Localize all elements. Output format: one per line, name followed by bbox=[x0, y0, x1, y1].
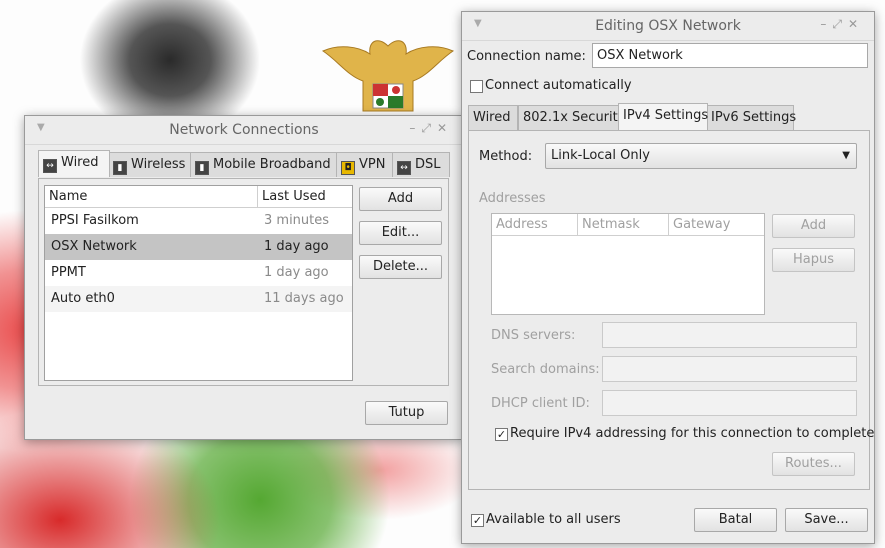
connect-automatically-checkbox[interactable] bbox=[470, 80, 483, 93]
connection-name-label: Connection name: bbox=[467, 49, 586, 64]
method-value: Link-Local Only bbox=[551, 148, 650, 163]
cancel-button[interactable]: Batal bbox=[694, 508, 777, 532]
mobile-broadband-icon: ▮ bbox=[195, 161, 209, 175]
wireless-icon: ▮ bbox=[113, 161, 127, 175]
list-item[interactable]: PPMT 1 day ago bbox=[45, 260, 352, 286]
tab-8021x-security[interactable]: 802.1x Security bbox=[518, 105, 625, 130]
window-title: Network Connections bbox=[169, 122, 319, 138]
garuda-emblem bbox=[321, 40, 455, 112]
search-domains-input[interactable] bbox=[602, 356, 857, 382]
tab-ipv4-settings[interactable]: IPv4 Settings bbox=[618, 103, 708, 130]
address-add-button[interactable]: Add bbox=[772, 214, 855, 238]
settings-tabs: Wired 802.1x Security IPv4 Settings IPv6… bbox=[468, 103, 868, 131]
tab-wireless[interactable]: ▮ Wireless bbox=[108, 152, 192, 177]
tab-wired[interactable]: Wired bbox=[468, 105, 518, 130]
require-ipv4-checkbox[interactable]: ✓ bbox=[495, 428, 508, 441]
tab-dsl[interactable]: ↔ DSL bbox=[392, 152, 450, 177]
tab-mobile-broadband[interactable]: ▮ Mobile Broadband bbox=[190, 152, 338, 177]
routes-button[interactable]: Routes... bbox=[772, 452, 855, 476]
editing-connection-window: ▼ Editing OSX Network –⤢✕ Connection nam… bbox=[461, 11, 875, 544]
column-header-name[interactable]: Name bbox=[45, 186, 258, 208]
tab-vpn[interactable]: ◘ VPN bbox=[336, 152, 394, 177]
close-button[interactable]: Tutup bbox=[365, 401, 448, 425]
network-connections-window: ▼ Network Connections –⤢✕ ↔ Wired ▮ Wirele… bbox=[24, 115, 464, 440]
titlebar: ▼ Network Connections –⤢✕ bbox=[25, 116, 463, 145]
dns-servers-input[interactable] bbox=[602, 322, 857, 348]
connection-name-input[interactable]: OSX Network bbox=[592, 43, 868, 68]
tab-wired[interactable]: ↔ Wired bbox=[38, 150, 110, 177]
tab-ipv6-settings[interactable]: IPv6 Settings bbox=[706, 105, 796, 130]
search-domains-label: Search domains: bbox=[491, 362, 600, 377]
list-item-selected[interactable]: OSX Network 1 day ago bbox=[45, 234, 352, 260]
column-header-gateway[interactable]: Gateway bbox=[669, 214, 764, 236]
connection-type-tabs: ↔ Wired ▮ Wireless ▮ Mobile Broadband ◘ VPN … bbox=[38, 150, 450, 178]
require-ipv4-label: Require IPv4 addressing for this connect… bbox=[510, 426, 875, 441]
column-header-netmask[interactable]: Netmask bbox=[578, 214, 669, 236]
vpn-lock-icon: ◘ bbox=[341, 161, 355, 175]
dhcp-client-id-label: DHCP client ID: bbox=[491, 396, 590, 411]
dns-servers-label: DNS servers: bbox=[491, 328, 576, 343]
save-button[interactable]: Save... bbox=[785, 508, 868, 532]
window-controls[interactable]: –⤢✕ bbox=[820, 17, 864, 32]
ipv4-settings-pane: Method: Link-Local Only ▼ Addresses Addr… bbox=[468, 130, 874, 490]
window-controls[interactable]: –⤢✕ bbox=[409, 121, 453, 136]
dsl-icon: ↔ bbox=[397, 161, 411, 175]
dropdown-arrow-icon: ▼ bbox=[842, 150, 850, 161]
available-all-users-checkbox[interactable]: ✓ bbox=[471, 514, 484, 527]
column-header-address[interactable]: Address bbox=[492, 214, 578, 236]
addresses-label: Addresses bbox=[479, 191, 546, 206]
available-all-users-label: Available to all users bbox=[486, 512, 621, 527]
column-header-last-used[interactable]: Last Used bbox=[258, 186, 352, 208]
dhcp-client-id-input[interactable] bbox=[602, 390, 857, 416]
wired-tab-pane: Name Last Used PPSI Fasilkom3 minutes ag… bbox=[38, 178, 449, 386]
edit-button[interactable]: Edit... bbox=[359, 221, 442, 245]
titlebar: ▼ Editing OSX Network –⤢✕ bbox=[462, 12, 874, 41]
method-dropdown[interactable]: Link-Local Only ▼ bbox=[545, 143, 857, 169]
window-title: Editing OSX Network bbox=[595, 18, 741, 34]
delete-button[interactable]: Delete... bbox=[359, 255, 442, 279]
list-item[interactable]: PPSI Fasilkom3 minutes ago bbox=[45, 208, 352, 254]
add-button[interactable]: Add bbox=[359, 187, 442, 211]
method-label: Method: bbox=[479, 149, 533, 164]
connections-list[interactable]: Name Last Used PPSI Fasilkom3 minutes ag… bbox=[44, 185, 353, 381]
address-remove-button[interactable]: Hapus bbox=[772, 248, 855, 272]
wired-icon: ↔ bbox=[43, 159, 57, 173]
list-item[interactable]: Auto eth0 11 days ago bbox=[45, 286, 352, 312]
connect-automatically-label: Connect automatically bbox=[485, 78, 632, 93]
addresses-table[interactable]: Address Netmask Gateway bbox=[491, 213, 765, 315]
